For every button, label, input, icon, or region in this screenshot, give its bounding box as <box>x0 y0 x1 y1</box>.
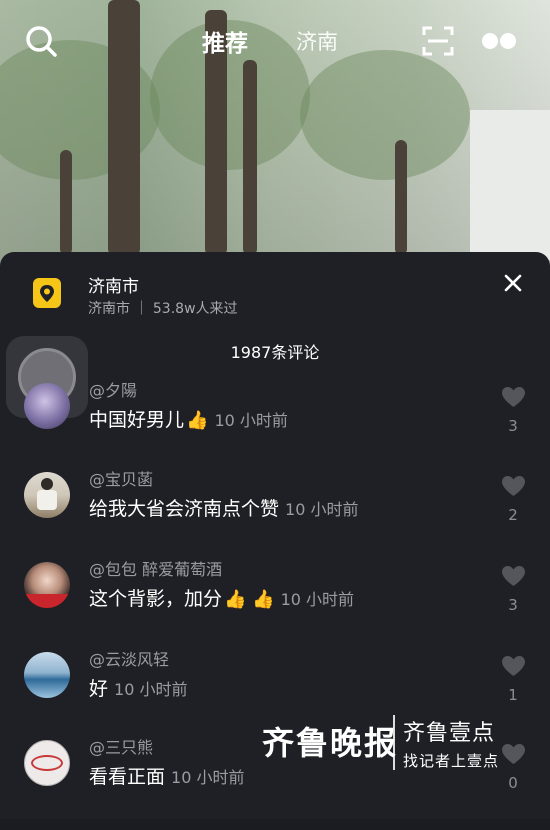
comment-text-line: 看看正面 10 小时前 <box>89 762 244 789</box>
heart-icon[interactable] <box>501 743 526 765</box>
comment-text: 看看正面 <box>89 766 166 788</box>
avatar[interactable] <box>24 652 70 698</box>
scan-icon[interactable] <box>422 25 454 57</box>
avatar[interactable] <box>24 740 70 786</box>
tree-trunk <box>60 150 72 255</box>
comment-time: 10 小时前 <box>280 590 355 609</box>
like-count: 0 <box>508 774 518 792</box>
comment-text-line: 中国好男儿 👍 10 小时前 <box>89 405 288 432</box>
comment-text: 中国好男儿 <box>89 409 185 431</box>
comment-emoji: 👍 <box>186 410 209 431</box>
comment-text: 这个背影，加分 <box>89 588 223 610</box>
comment-text-line: 这个背影，加分 👍 👍 10 小时前 <box>89 584 354 611</box>
avatar[interactable] <box>24 562 70 608</box>
comment-time: 10 小时前 <box>114 680 188 699</box>
like-count: 1 <box>508 686 518 704</box>
comment-emoji: 👍 👍 <box>224 589 275 610</box>
heart-icon[interactable] <box>501 386 526 408</box>
watermark-slogan: 找记者上壹点 <box>403 752 500 770</box>
top-navigation-bar: 推荐 济南 <box>0 0 550 80</box>
watermark-logo: 齐鲁晚报 <box>262 724 399 762</box>
like-count: 3 <box>508 596 518 614</box>
comment-username[interactable]: @宝贝菡 <box>89 466 153 490</box>
more-icon[interactable] <box>481 31 517 51</box>
building-wall <box>470 110 550 260</box>
location-title[interactable]: 济南市 <box>88 272 139 297</box>
comment-username[interactable]: @云淡风轻 <box>89 646 169 670</box>
like-count: 2 <box>508 506 518 524</box>
avatar[interactable] <box>24 472 70 518</box>
comment-username[interactable]: @包包 醉爱葡萄酒 <box>89 556 222 580</box>
tree-trunk <box>243 60 257 255</box>
location-subtitle: 济南市 ｜ 53.8w人来过 <box>88 301 238 317</box>
like-count: 3 <box>508 417 518 435</box>
tab-recommend[interactable]: 推荐 <box>202 24 248 58</box>
comment-time: 10 小时前 <box>285 500 359 519</box>
comment-text-line: 好 10 小时前 <box>89 674 187 701</box>
tab-city[interactable]: 济南 <box>296 26 338 56</box>
heart-icon[interactable] <box>501 475 526 497</box>
comment-username[interactable]: @夕陽 <box>89 377 137 401</box>
comment-text-line: 给我大省会济南点个赞 10 小时前 <box>89 494 358 521</box>
close-icon[interactable] <box>502 272 524 294</box>
heart-icon[interactable] <box>501 565 526 587</box>
avatar[interactable] <box>24 383 70 429</box>
comment-username[interactable]: @三只熊 <box>89 734 153 758</box>
watermark-divider <box>393 715 395 770</box>
comment-item: @包包 醉爱葡萄酒 这个背影，加分 👍 👍 10 小时前 3 <box>0 560 550 652</box>
watermark-brand: 齐鲁壹点 <box>403 721 496 746</box>
comment-time: 10 小时前 <box>171 768 245 787</box>
heart-icon[interactable] <box>501 655 526 677</box>
location-icon <box>33 278 61 308</box>
comment-item: @夕陽 中国好男儿 👍 10 小时前 3 <box>0 381 550 473</box>
comment-item: @宝贝菡 给我大省会济南点个赞 10 小时前 2 <box>0 470 550 562</box>
tree-trunk <box>395 140 407 255</box>
comment-time: 10 小时前 <box>214 411 288 430</box>
comment-text: 给我大省会济南点个赞 <box>89 498 280 520</box>
comment-text: 好 <box>89 678 109 700</box>
search-icon[interactable] <box>24 24 58 58</box>
